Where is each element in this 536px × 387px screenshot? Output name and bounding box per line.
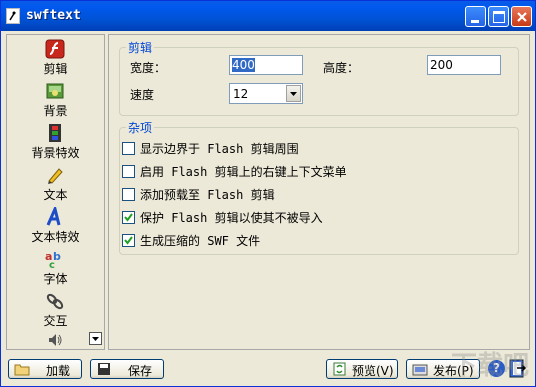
check-icon	[124, 213, 133, 222]
checkbox-protect[interactable]	[122, 211, 135, 224]
folder-icon	[14, 362, 30, 376]
speed-label: 速度	[130, 88, 155, 102]
background-icon	[45, 81, 65, 101]
app-window: swftext 剪辑 背景 背景特效 文本 文本特效 a b c 字体 交互 剪…	[0, 0, 536, 387]
sidebar-item-background-effects[interactable]: 背景特效	[7, 122, 104, 164]
sidebar-item-label: 背景特效	[31, 146, 80, 160]
sidebar-item-text[interactable]: 文本	[7, 164, 104, 206]
width-label: 宽度：	[130, 61, 167, 75]
speaker-icon[interactable]	[47, 332, 63, 348]
chevron-down-icon[interactable]	[286, 85, 301, 102]
checkbox-preload[interactable]	[122, 188, 135, 201]
minimize-button[interactable]	[465, 6, 486, 27]
pencil-icon	[45, 165, 65, 185]
save-button[interactable]: 保存	[90, 359, 164, 379]
sidebar-item-label: 交互	[43, 314, 68, 328]
app-icon	[6, 8, 20, 24]
option-label: 添加预载至 Flash 剪辑	[140, 188, 275, 202]
publish-icon	[412, 362, 428, 376]
sidebar-item-label: 背景	[43, 104, 68, 118]
watermark: 下载吧	[450, 351, 529, 381]
checkbox-compress[interactable]	[122, 234, 135, 247]
width-field[interactable]: 400	[229, 55, 303, 75]
option-label: 保护 Flash 剪辑以使其不被导入	[140, 211, 323, 225]
text-effect-icon	[45, 204, 65, 227]
load-button[interactable]: 加载	[8, 359, 82, 379]
flash-icon	[45, 39, 65, 59]
window-title: swftext	[26, 8, 81, 23]
preview-button[interactable]: 预览(V)	[326, 359, 398, 379]
save-icon	[96, 362, 112, 376]
link-icon	[45, 291, 65, 311]
film-strip-icon	[45, 123, 65, 143]
sidebar: 剪辑 背景 背景特效 文本 文本特效 a b c 字体 交互	[6, 34, 105, 350]
sidebar-item-text-effects[interactable]: 文本特效	[7, 204, 104, 248]
misc-group-title: 杂项	[128, 121, 153, 135]
sidebar-item-label: 剪辑	[43, 62, 68, 76]
check-icon	[124, 236, 133, 245]
preview-icon	[332, 362, 348, 376]
settings-panel: 剪辑 宽度： 400 高度： 200 速度 12 杂项 显示边界于 Flash …	[108, 34, 530, 350]
maximize-button[interactable]	[488, 6, 509, 27]
height-field[interactable]: 200	[427, 55, 501, 75]
sidebar-item-background[interactable]: 背景	[7, 80, 104, 122]
sidebar-item-clip[interactable]: 剪辑	[7, 38, 104, 80]
speed-value: 12	[233, 87, 249, 101]
height-label: 高度：	[323, 61, 360, 75]
close-button[interactable]	[511, 6, 532, 27]
svg-text:c: c	[49, 260, 55, 269]
sidebar-item-interaction[interactable]: 交互	[7, 290, 104, 332]
clip-group: 剪辑	[119, 39, 519, 116]
speed-select[interactable]: 12	[229, 83, 303, 104]
font-icon: abc	[45, 249, 65, 271]
checkbox-context-menu[interactable]	[122, 165, 135, 178]
sidebar-item-label: 字体	[43, 272, 68, 286]
clip-group-title: 剪辑	[128, 41, 153, 55]
sidebar-item-font[interactable]: abc 字体	[7, 248, 104, 290]
option-label: 启用 Flash 剪辑上的右键上下文菜单	[140, 165, 347, 179]
checkbox-show-border[interactable]	[122, 142, 135, 155]
sidebar-item-label: 文本	[43, 188, 68, 202]
option-label: 生成压缩的 SWF 文件	[140, 234, 261, 248]
title-bar: swftext	[1, 1, 535, 31]
option-label: 显示边界于 Flash 剪辑周围	[140, 142, 299, 156]
sidebar-item-label: 文本特效	[31, 230, 80, 244]
sidebar-scroll-down-button[interactable]	[89, 332, 102, 345]
